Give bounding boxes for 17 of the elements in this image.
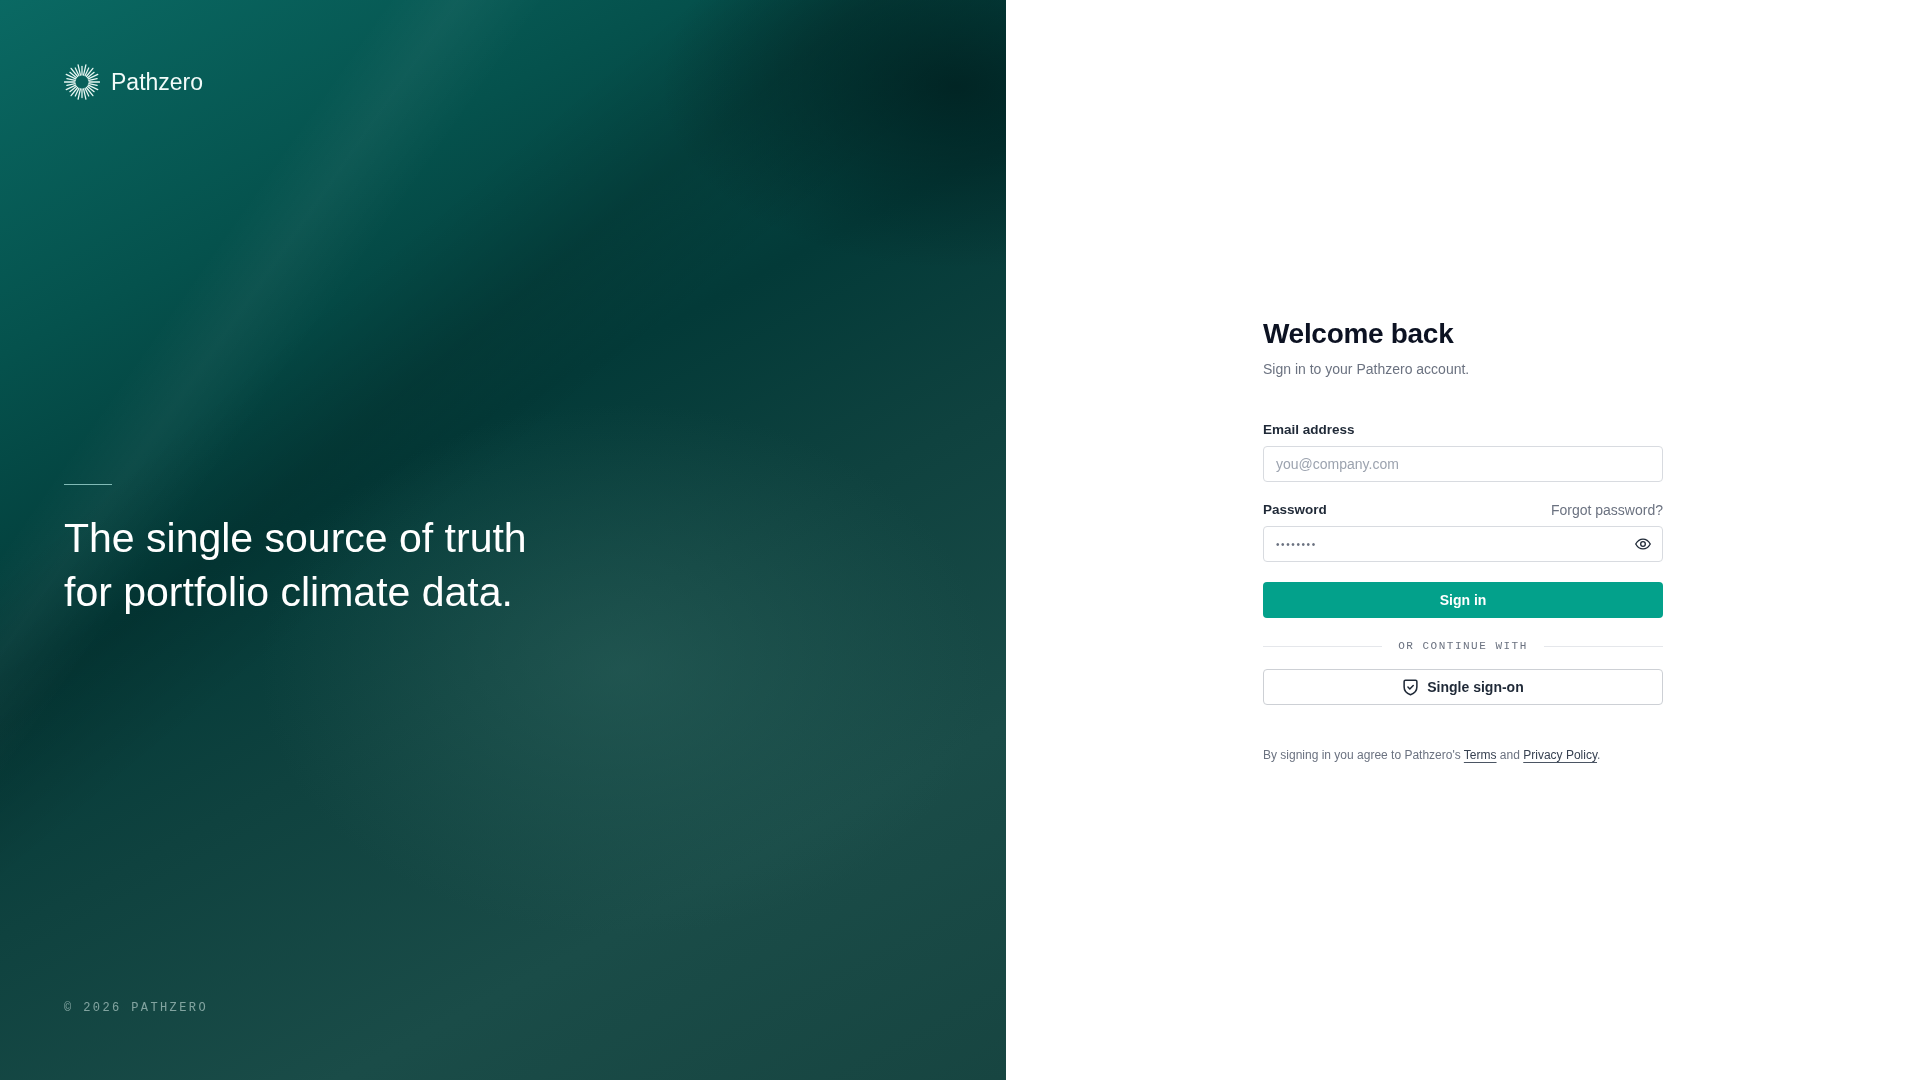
forgot-password-link[interactable]: Forgot password? <box>1550 500 1663 520</box>
form-subtitle: Sign in to your Pathzero account. <box>1263 360 1471 379</box>
sso-button[interactable]: Single sign-on <box>1263 669 1663 705</box>
field-label: Password <box>1263 501 1327 519</box>
legal-link[interactable]: Terms <box>1463 748 1497 762</box>
field-label: Email address <box>1263 421 1355 439</box>
shield-check-icon <box>1402 678 1420 696</box>
divider-label: OR CONTINUE WITH <box>1398 639 1528 654</box>
form-title: Welcome back <box>1263 317 1455 351</box>
sunburst-logo-icon <box>64 64 100 100</box>
password-field[interactable]: •••••••• <box>1263 526 1663 562</box>
copyright-text: © 2026 PATHZERO <box>64 1000 209 1016</box>
eye-icon[interactable] <box>1635 536 1651 552</box>
brand-name: Pathzero <box>111 68 204 97</box>
email-field[interactable]: you@company.com <box>1263 446 1663 482</box>
legal-notice: By signing in you agree to Pathzero's Terms and Privacy Policy. <box>1263 747 1602 763</box>
tagline: The single source of truth for portfolio climate data. <box>64 514 528 617</box>
